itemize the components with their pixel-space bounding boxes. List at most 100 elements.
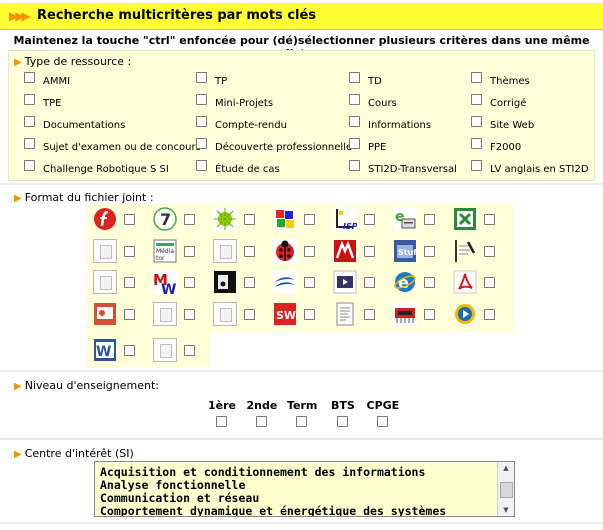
format-checkbox[interactable] — [424, 214, 435, 225]
svg-text:Stuff: Stuff — [398, 248, 417, 257]
resource-checkbox[interactable] — [471, 72, 482, 83]
format-checkbox[interactable] — [184, 246, 195, 257]
level-checkbox[interactable] — [296, 416, 307, 427]
resource-checkbox[interactable] — [24, 72, 35, 83]
format-checkbox[interactable] — [364, 309, 375, 320]
resource-checkbox[interactable] — [24, 160, 35, 171]
interest-listbox[interactable]: Acquisition et conditionnement des infor… — [94, 461, 515, 517]
listbox-option[interactable]: Acquisition et conditionnement des infor… — [100, 465, 425, 479]
resource-checkbox[interactable] — [24, 116, 35, 127]
resource-option-label: Mini-Projets — [215, 98, 274, 109]
format-checkbox[interactable] — [244, 246, 255, 257]
format-checkbox[interactable] — [184, 214, 195, 225]
format-checkbox[interactable] — [304, 214, 315, 225]
resource-checkbox[interactable] — [471, 94, 482, 105]
ladybug-icon — [273, 239, 297, 263]
resource-checkbox[interactable] — [471, 138, 482, 149]
level-heading: ▶ Niveau d'enseignement: — [14, 379, 159, 392]
level-option-label: BTS — [331, 399, 355, 412]
resource-checkbox[interactable] — [349, 72, 360, 83]
resource-checkbox[interactable] — [349, 138, 360, 149]
resource-type-heading: ▶ Type de ressource : — [14, 55, 131, 68]
resource-option-label: Étude de cas — [215, 164, 280, 175]
header-arrows-icon: ▶▶▶ — [9, 9, 31, 23]
listbox-scrollbar[interactable]: ▲ ▼ — [497, 462, 514, 516]
audio-icon — [213, 270, 237, 294]
solidworks-icon: SW — [273, 302, 297, 326]
flash-icon — [93, 207, 117, 231]
openoffice-icon — [273, 270, 297, 294]
level-checkbox[interactable] — [216, 416, 227, 427]
resource-checkbox[interactable] — [349, 160, 360, 171]
format-checkbox[interactable] — [484, 246, 495, 257]
resource-type-label: Type de ressource : — [24, 55, 132, 68]
format-checkbox[interactable] — [244, 277, 255, 288]
resource-option-label: Documentations — [43, 120, 126, 131]
level-checkbox[interactable] — [337, 416, 348, 427]
resource-checkbox[interactable] — [24, 138, 35, 149]
resource-checkbox[interactable] — [349, 116, 360, 127]
page-title: Recherche multicritères par mots clés — [37, 8, 317, 23]
format-checkbox[interactable] — [124, 246, 135, 257]
format-checkbox[interactable] — [484, 277, 495, 288]
format-checkbox[interactable] — [424, 246, 435, 257]
format-checkbox[interactable] — [364, 277, 375, 288]
resource-checkbox[interactable] — [196, 138, 207, 149]
paint-icon — [273, 207, 297, 231]
resource-checkbox[interactable] — [196, 160, 207, 171]
format-checkbox[interactable] — [244, 309, 255, 320]
format-checkbox[interactable] — [424, 309, 435, 320]
format-checkbox[interactable] — [184, 309, 195, 320]
level-checkbox[interactable] — [377, 416, 388, 427]
quicktime-icon — [453, 302, 477, 326]
format-checkbox[interactable] — [304, 309, 315, 320]
format-checkbox[interactable] — [304, 246, 315, 257]
listbox-option[interactable]: Comportement dynamique et énergétique de… — [100, 504, 446, 516]
sparkle-icon — [213, 207, 237, 231]
mathcad-icon: MW — [153, 270, 177, 298]
resource-option-label: F2000 — [490, 142, 522, 153]
executable-icon: e — [393, 207, 417, 231]
circuit-icon — [393, 302, 417, 326]
format-checkbox[interactable] — [304, 277, 315, 288]
listbox-option[interactable]: Communication et réseau — [100, 491, 259, 505]
resource-checkbox[interactable] — [471, 160, 482, 171]
resource-option-label: Corrigé — [490, 98, 527, 109]
notepad-icon — [453, 239, 477, 263]
resource-option-label: Site Web — [490, 120, 535, 131]
resource-checkbox[interactable] — [471, 116, 482, 127]
resource-checkbox[interactable] — [196, 94, 207, 105]
format-checkbox[interactable] — [424, 277, 435, 288]
format-checkbox[interactable] — [364, 246, 375, 257]
format-checkbox[interactable] — [184, 277, 195, 288]
video-icon — [333, 270, 357, 294]
format-checkbox[interactable] — [364, 214, 375, 225]
section-divider — [0, 438, 603, 440]
listbox-option[interactable]: Analyse fonctionnelle — [100, 478, 245, 492]
resource-type-panel — [8, 50, 595, 181]
level-option-label: 1ère — [208, 399, 236, 412]
format-checkbox[interactable] — [124, 345, 135, 356]
resource-checkbox[interactable] — [24, 94, 35, 105]
format-checkbox[interactable] — [184, 345, 195, 356]
image-placeholder-icon — [213, 239, 237, 263]
resource-option-label: TD — [368, 76, 382, 87]
level-checkbox[interactable] — [256, 416, 267, 427]
format-checkbox[interactable] — [124, 214, 135, 225]
scroll-thumb[interactable] — [500, 482, 513, 498]
svg-text:7: 7 — [160, 210, 171, 229]
file-format-grid-bg — [87, 204, 514, 332]
format-checkbox[interactable] — [484, 214, 495, 225]
format-checkbox[interactable] — [484, 309, 495, 320]
format-checkbox[interactable] — [124, 277, 135, 288]
resource-checkbox[interactable] — [349, 94, 360, 105]
scroll-down-icon[interactable]: ▼ — [498, 504, 514, 516]
resource-checkbox[interactable] — [196, 72, 207, 83]
section-divider — [0, 522, 603, 524]
section-divider — [0, 370, 603, 372]
powerpoint-icon — [93, 302, 117, 326]
scroll-up-icon[interactable]: ▲ — [498, 462, 514, 474]
format-checkbox[interactable] — [244, 214, 255, 225]
format-checkbox[interactable] — [124, 309, 135, 320]
resource-checkbox[interactable] — [196, 116, 207, 127]
